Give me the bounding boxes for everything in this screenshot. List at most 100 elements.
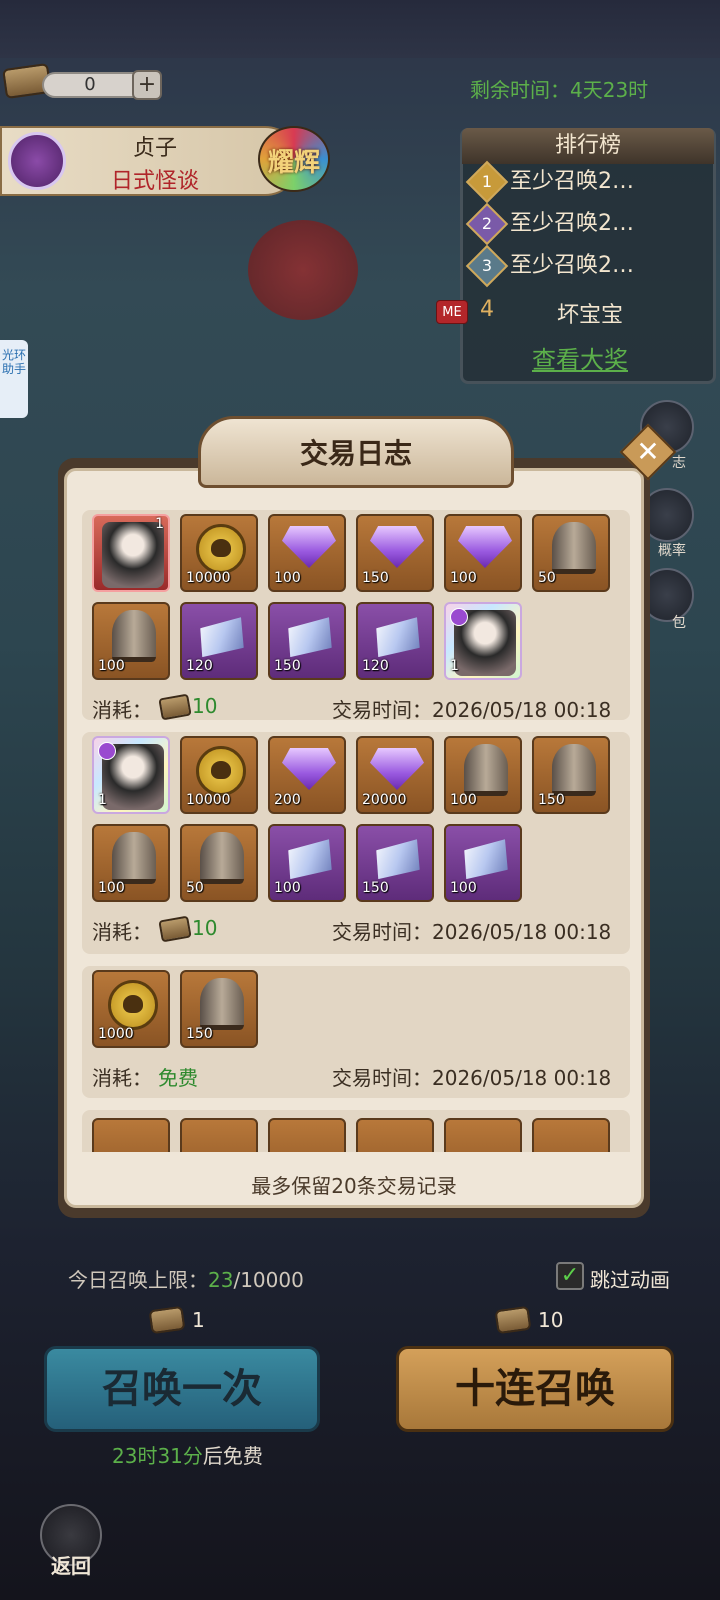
back-label[interactable]: 返回 bbox=[40, 1550, 102, 1579]
reward-item[interactable] bbox=[180, 1118, 258, 1152]
reward-item[interactable] bbox=[532, 1118, 610, 1152]
reward-item[interactable]: 100 bbox=[444, 514, 522, 592]
ranking-title: 排行榜 bbox=[462, 128, 714, 164]
bell-icon bbox=[200, 978, 244, 1030]
item-quantity: 150 bbox=[538, 792, 565, 808]
reward-item[interactable]: 100 bbox=[444, 736, 522, 814]
item-quantity: 150 bbox=[274, 658, 301, 674]
banner-hero-name: 贞子 bbox=[132, 136, 177, 161]
item-quantity: 100 bbox=[450, 570, 477, 586]
item-quantity: 10000 bbox=[186, 792, 231, 808]
reward-item[interactable]: 50 bbox=[532, 514, 610, 592]
once-cost: 1 bbox=[192, 1308, 205, 1332]
cost-label: 消耗： bbox=[92, 920, 152, 944]
rarity-badge-label: 耀辉 bbox=[267, 148, 320, 178]
summon-limit: 今日召唤上限：23/10000 bbox=[68, 1268, 304, 1292]
reward-item[interactable]: 1000 bbox=[92, 970, 170, 1048]
reward-item[interactable]: 150 bbox=[532, 736, 610, 814]
reward-item[interactable]: 100 bbox=[92, 602, 170, 680]
skip-animation-checkbox[interactable]: ✓ bbox=[556, 1262, 584, 1290]
cost-label: 消耗： bbox=[92, 698, 152, 722]
close-icon[interactable]: ✕ bbox=[628, 432, 668, 472]
reward-item[interactable] bbox=[356, 1118, 434, 1152]
item-quantity: 100 bbox=[98, 658, 125, 674]
item-quantity: 150 bbox=[186, 1026, 213, 1042]
bell-icon bbox=[200, 832, 244, 884]
ranking-row[interactable]: 1 至少召唤2… bbox=[465, 160, 708, 204]
item-quantity: 1 bbox=[98, 792, 107, 808]
rank-medal-icon: 2 bbox=[465, 202, 509, 246]
reward-item[interactable]: 100 bbox=[268, 824, 346, 902]
ranking-row-text: 至少召唤2… bbox=[510, 169, 634, 194]
dialog-title: 交易日志 bbox=[299, 437, 412, 470]
reward-item[interactable]: 50 bbox=[180, 824, 258, 902]
gift-pack-label: 包 bbox=[672, 615, 686, 631]
cost-value: 免费 bbox=[158, 1066, 198, 1090]
trade-time: 交易时间：2026/05/18 00:18 bbox=[332, 698, 612, 722]
bell-icon bbox=[464, 744, 508, 796]
diamond-icon bbox=[370, 526, 424, 568]
reward-item[interactable]: 1 bbox=[92, 514, 170, 592]
coin-icon bbox=[196, 524, 246, 574]
ranking-row-text: 至少召唤2… bbox=[510, 253, 634, 278]
rank-medal-icon: 1 bbox=[465, 160, 509, 204]
reward-item[interactable]: 150 bbox=[268, 602, 346, 680]
my-rank: 4 bbox=[480, 297, 494, 322]
skip-animation-label: 跳过动画 bbox=[590, 1268, 670, 1292]
summon-once-button[interactable]: 召唤一次 bbox=[44, 1346, 320, 1432]
coin-icon bbox=[196, 746, 246, 796]
reward-item[interactable]: 150 bbox=[180, 970, 258, 1048]
diamond-icon bbox=[282, 526, 336, 568]
ticket-count: 0 bbox=[84, 74, 96, 95]
item-quantity: 50 bbox=[538, 570, 556, 586]
reward-item[interactable]: 20000 bbox=[356, 736, 434, 814]
reward-item[interactable]: 10000 bbox=[180, 736, 258, 814]
ten-cost: 10 bbox=[538, 1308, 564, 1332]
view-prize-link[interactable]: 查看大奖 bbox=[500, 340, 660, 375]
reward-item[interactable]: 100 bbox=[444, 824, 522, 902]
item-quantity: 10000 bbox=[186, 570, 231, 586]
item-quantity: 100 bbox=[274, 570, 301, 586]
log-label: 志 bbox=[672, 455, 686, 471]
top-strip bbox=[0, 0, 720, 58]
reward-item[interactable] bbox=[444, 1118, 522, 1152]
bell-icon bbox=[552, 522, 596, 574]
summon-ten-button[interactable]: 十连召唤 bbox=[396, 1346, 674, 1432]
reward-item[interactable]: 100 bbox=[268, 514, 346, 592]
item-quantity: 150 bbox=[362, 880, 389, 896]
remaining-time: 剩余时间：4天23时 bbox=[470, 78, 649, 102]
bell-icon bbox=[112, 832, 156, 884]
diamond-icon bbox=[370, 748, 424, 790]
helper-tab[interactable]: 光环助手 bbox=[0, 340, 28, 418]
reward-item[interactable]: 100 bbox=[92, 824, 170, 902]
ranking-row[interactable]: 2 至少召唤2… bbox=[465, 202, 708, 246]
ticket-icon bbox=[494, 1305, 532, 1335]
item-quantity: 150 bbox=[362, 570, 389, 586]
add-ticket-button[interactable]: + bbox=[132, 70, 162, 100]
reward-item[interactable]: 1 bbox=[92, 736, 170, 814]
item-quantity: 1 bbox=[450, 658, 459, 674]
trade-time: 交易时间：2026/05/18 00:18 bbox=[332, 920, 612, 944]
reward-item[interactable]: 150 bbox=[356, 514, 434, 592]
item-quantity: 120 bbox=[362, 658, 389, 674]
trade-log-list[interactable]: 1 10000 100 150 100 50 100 120 150 120 1 消耗： 10 交易时间：… bbox=[82, 510, 630, 1152]
reward-item[interactable]: 120 bbox=[356, 602, 434, 680]
item-quantity: 100 bbox=[274, 880, 301, 896]
trade-time: 交易时间：2026/05/18 00:18 bbox=[332, 1066, 612, 1090]
reward-item[interactable]: 150 bbox=[356, 824, 434, 902]
reward-item[interactable]: 120 bbox=[180, 602, 258, 680]
ranking-row[interactable]: 3 至少召唤2… bbox=[465, 244, 708, 288]
item-quantity: 120 bbox=[186, 658, 213, 674]
cost-value: 10 bbox=[192, 694, 218, 718]
item-quantity: 100 bbox=[98, 880, 125, 896]
moon-decoration bbox=[248, 220, 358, 320]
reward-item[interactable] bbox=[92, 1118, 170, 1152]
reward-item[interactable]: 200 bbox=[268, 736, 346, 814]
reward-item[interactable]: 1 bbox=[444, 602, 522, 680]
item-quantity: 100 bbox=[450, 792, 477, 808]
reward-item[interactable]: 10000 bbox=[180, 514, 258, 592]
reward-item[interactable] bbox=[268, 1118, 346, 1152]
free-countdown: 23时31分后免费 bbox=[112, 1444, 263, 1468]
cost-value: 10 bbox=[192, 916, 218, 940]
coin-icon bbox=[108, 980, 158, 1030]
